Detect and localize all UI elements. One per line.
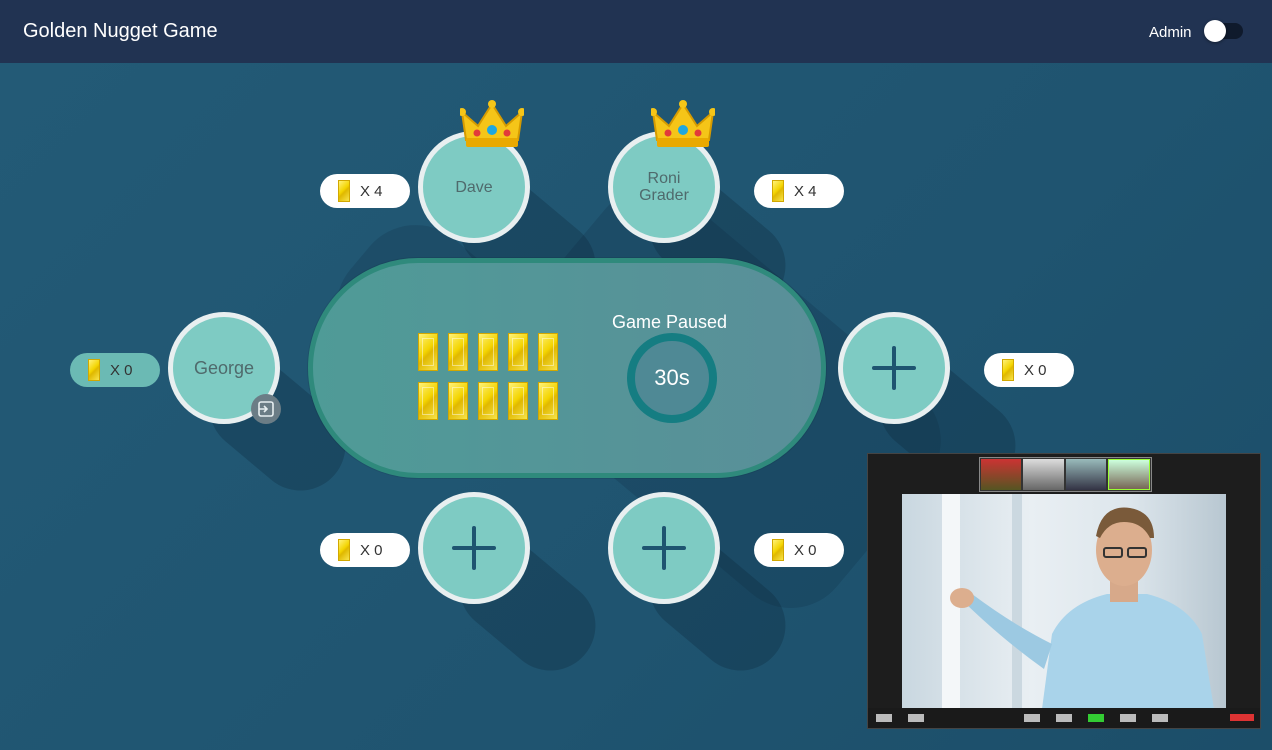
participant-thumbnail[interactable] [1107, 459, 1150, 490]
crown-icon [651, 100, 715, 147]
participant-thumbnails[interactable] [979, 457, 1152, 492]
active-speaker-video [902, 494, 1226, 709]
exit-icon [258, 401, 274, 417]
app-title: Golden Nugget Game [23, 20, 218, 42]
player-name: Roni Grader [639, 170, 689, 204]
video-call-window[interactable] [867, 453, 1261, 729]
gold-bar-icon [1002, 359, 1014, 381]
player-name: George [193, 357, 255, 378]
speaker-video-frame [942, 494, 1214, 709]
security-button[interactable] [1024, 714, 1040, 722]
call-controls [868, 708, 1260, 728]
crown-icon [460, 100, 524, 147]
gold-bar-icon [508, 382, 528, 420]
gold-bar-icon [418, 382, 438, 420]
mute-button[interactable] [876, 714, 892, 722]
player-nugget-count: X 4 [320, 174, 410, 208]
gold-bar-icon [538, 333, 558, 371]
app-header: Golden Nugget Game Admin [0, 0, 1272, 63]
gold-bar-icon [478, 382, 498, 420]
timer-value: 30s [654, 365, 690, 390]
gold-bar-icon [508, 333, 528, 371]
player-name: Dave [455, 178, 493, 196]
plus-icon [452, 526, 496, 570]
game-status-label: Game Paused [612, 312, 728, 332]
share-screen-button[interactable] [1088, 714, 1104, 722]
gold-bar-icon [88, 359, 100, 381]
gold-bar-icon [418, 333, 438, 371]
player-nugget-count: X 4 [754, 174, 844, 208]
record-button[interactable] [1152, 714, 1168, 722]
admin-label: Admin [1149, 24, 1192, 41]
player-nugget-count: X 0 [320, 533, 410, 567]
gold-bar-icon [538, 382, 558, 420]
player-nugget-count: X 0 [754, 533, 844, 567]
participant-thumbnail[interactable] [1065, 459, 1106, 490]
countdown-timer: 30s [627, 333, 717, 423]
gold-bar-icon [772, 180, 784, 202]
gold-bar-icon [448, 333, 468, 371]
gold-bar-icon [448, 382, 468, 420]
plus-icon [872, 346, 916, 390]
leave-seat-button[interactable] [251, 394, 281, 424]
join-seat-button[interactable] [838, 312, 950, 424]
gold-bar-icon [338, 180, 350, 202]
join-seat-button[interactable] [418, 492, 530, 604]
gold-bar-pile [313, 263, 821, 473]
video-toggle-button[interactable] [908, 714, 924, 722]
participants-button[interactable] [1056, 714, 1072, 722]
participant-thumbnail[interactable] [1023, 459, 1064, 490]
player-nugget-count: X 0 [70, 353, 160, 387]
leave-call-button[interactable] [1230, 714, 1254, 721]
player-nugget-count: X 0 [984, 353, 1074, 387]
admin-toggle-knob[interactable] [1204, 20, 1226, 42]
admin-toggle[interactable] [1204, 20, 1243, 42]
join-seat-button[interactable] [608, 492, 720, 604]
plus-icon [642, 526, 686, 570]
gold-bar-icon [338, 539, 350, 561]
chat-button[interactable] [1120, 714, 1136, 722]
participant-thumbnail[interactable] [981, 459, 1022, 490]
gold-bar-icon [772, 539, 784, 561]
game-table [308, 258, 826, 478]
gold-bar-icon [478, 333, 498, 371]
